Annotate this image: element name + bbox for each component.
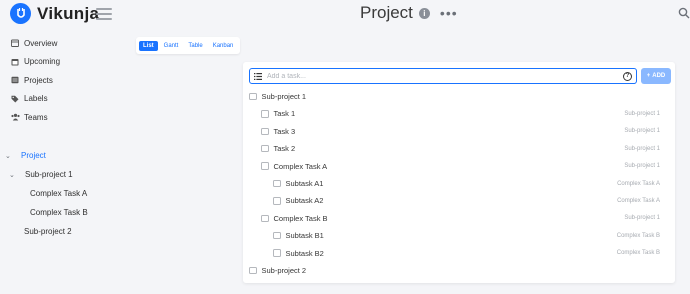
- add-task-row: ? + ADD: [249, 68, 671, 84]
- task-parent-label: Complex Task B: [616, 250, 660, 257]
- app-logo[interactable]: Vikunja: [10, 3, 99, 24]
- task-parent-label: Sub-project 1: [624, 128, 660, 135]
- task-title[interactable]: Subtask A1: [286, 179, 324, 188]
- view-tab-table[interactable]: Table: [184, 41, 206, 51]
- view-switcher: List Gantt Table Kanban: [136, 37, 241, 54]
- task-checkbox[interactable]: [273, 249, 281, 257]
- tree-item-complex-task-b[interactable]: Complex Task B: [30, 208, 88, 217]
- task-row[interactable]: Complex Task B Sub-project 1: [243, 210, 675, 227]
- view-tab-kanban[interactable]: Kanban: [209, 41, 238, 51]
- task-checkbox[interactable]: [261, 214, 269, 223]
- tree-item-label: Project: [21, 151, 46, 160]
- task-title[interactable]: Complex Task B: [274, 214, 328, 223]
- task-parent-label: Complex Task B: [616, 232, 660, 239]
- chevron-down-icon[interactable]: ⌄: [5, 152, 13, 160]
- task-checkbox[interactable]: [273, 197, 281, 205]
- task-checkbox[interactable]: [261, 144, 269, 153]
- tree-item-sub-project-2[interactable]: Sub-project 2: [24, 227, 72, 236]
- tree-item-sub-project-1[interactable]: ⌄ Sub-project 1: [9, 170, 73, 179]
- task-parent-label: Complex Task A: [617, 180, 660, 187]
- task-checkbox[interactable]: [273, 231, 281, 240]
- task-title[interactable]: Task 2: [274, 144, 296, 153]
- add-task-input[interactable]: [267, 72, 623, 80]
- page-header: Project i •••: [360, 3, 458, 23]
- task-checkbox[interactable]: [261, 127, 269, 136]
- sidebar-item-overview[interactable]: Overview: [10, 34, 60, 53]
- view-tab-list[interactable]: List: [139, 40, 158, 51]
- sidebar-item-projects[interactable]: Projects: [10, 71, 60, 90]
- tree-item-label: Complex Task A: [30, 189, 88, 198]
- ellipsis-icon[interactable]: •••: [440, 5, 458, 21]
- sidebar-item-teams[interactable]: Teams: [10, 108, 60, 127]
- task-parent-label: Complex Task A: [617, 197, 660, 204]
- task-row[interactable]: Task 2 Sub-project 1: [243, 140, 675, 157]
- sidebar-item-label: Overview: [24, 38, 58, 48]
- task-checkbox[interactable]: [261, 162, 269, 170]
- task-title[interactable]: Subtask B2: [286, 249, 324, 258]
- add-task-field: ?: [249, 68, 637, 84]
- task-checkbox[interactable]: [273, 179, 281, 188]
- menu-toggle-icon[interactable]: [96, 8, 112, 23]
- help-icon[interactable]: ?: [623, 71, 632, 81]
- task-row[interactable]: Task 3 Sub-project 1: [243, 123, 675, 140]
- sidebar-item-upcoming[interactable]: Upcoming: [10, 53, 60, 72]
- task-parent-label: Sub-project 1: [624, 110, 660, 117]
- task-row[interactable]: Subtask B1 Complex Task B: [243, 227, 675, 244]
- sidebar-nav: Overview Upcoming Projects Labels Teams: [10, 34, 60, 127]
- task-checkbox[interactable]: [249, 266, 257, 275]
- task-title[interactable]: Subtask A2: [286, 196, 324, 205]
- sidebar-item-label: Projects: [24, 75, 53, 85]
- view-tab-gantt[interactable]: Gantt: [160, 41, 183, 51]
- task-row[interactable]: Complex Task A Sub-project 1: [243, 158, 675, 175]
- tree-item-label: Sub-project 2: [24, 227, 72, 236]
- tree-item-project[interactable]: ⌄ Project: [5, 151, 46, 160]
- info-icon[interactable]: i: [418, 7, 430, 19]
- add-task-button[interactable]: + ADD: [641, 68, 671, 84]
- page-title: Project: [360, 3, 413, 22]
- layers-icon: [10, 75, 20, 85]
- plus-icon: +: [646, 73, 651, 79]
- sidebar-item-labels[interactable]: Labels: [10, 90, 60, 109]
- task-list-card: ? + ADD Sub-project 1 Task 1 Sub-project 1…: [243, 62, 675, 283]
- task-row[interactable]: Sub-project 1: [243, 88, 675, 105]
- list-icon: [254, 72, 262, 80]
- task-title[interactable]: Subtask B1: [286, 231, 324, 240]
- task-parent-label: Sub-project 1: [624, 215, 660, 222]
- tags-icon: [10, 94, 20, 104]
- add-button-label: ADD: [652, 73, 666, 79]
- task-row[interactable]: Subtask A2 Complex Task A: [243, 192, 675, 209]
- tree-item-complex-task-a[interactable]: Complex Task A: [30, 189, 87, 198]
- vikunja-logo-icon: [10, 3, 31, 24]
- task-parent-label: Sub-project 1: [624, 163, 660, 170]
- task-title[interactable]: Complex Task A: [274, 162, 328, 171]
- calendar-icon: [10, 57, 20, 67]
- task-title[interactable]: Task 1: [274, 109, 296, 118]
- calendar-icon: [10, 38, 20, 48]
- task-checkbox[interactable]: [249, 92, 257, 101]
- task-row[interactable]: Subtask A1 Complex Task A: [243, 175, 675, 192]
- tree-item-label: Complex Task B: [30, 208, 88, 217]
- search-icon[interactable]: [678, 7, 690, 19]
- task-row[interactable]: Sub-project 2: [243, 262, 675, 279]
- users-icon: [10, 112, 20, 122]
- task-parent-label: Sub-project 1: [624, 145, 660, 152]
- task-title[interactable]: Sub-project 2: [262, 266, 307, 275]
- sidebar-item-label: Upcoming: [24, 57, 61, 67]
- tree-item-label: Sub-project 1: [25, 170, 73, 179]
- chevron-down-icon[interactable]: ⌄: [9, 171, 17, 179]
- task-row[interactable]: Subtask B2 Complex Task B: [243, 245, 675, 262]
- app-name: Vikunja: [37, 3, 100, 23]
- task-title[interactable]: Task 3: [274, 127, 296, 136]
- task-title[interactable]: Sub-project 1: [262, 92, 307, 101]
- task-row[interactable]: Task 1 Sub-project 1: [243, 105, 675, 122]
- sidebar-item-label: Teams: [24, 112, 48, 122]
- sidebar-item-label: Labels: [24, 94, 48, 104]
- task-checkbox[interactable]: [261, 110, 269, 118]
